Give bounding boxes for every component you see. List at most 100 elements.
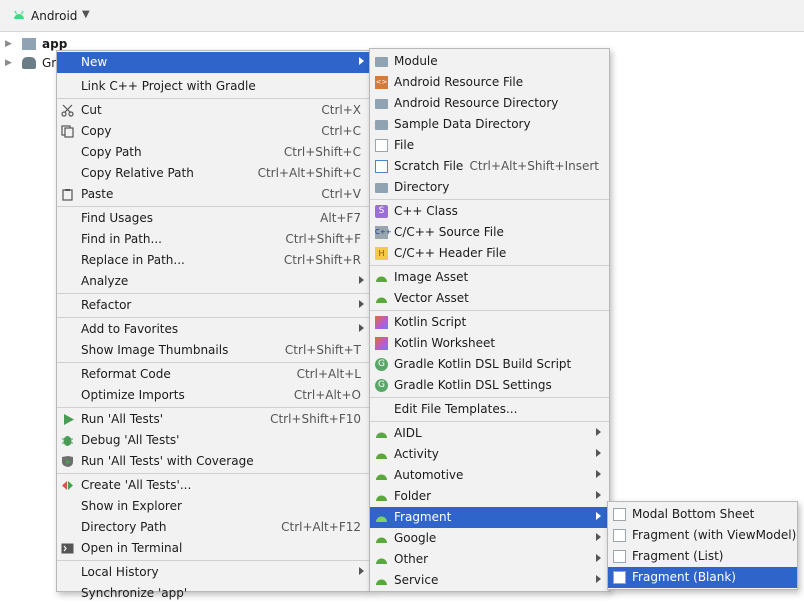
copy-icon [61, 125, 74, 138]
submenu-arrow-icon [359, 324, 364, 332]
menu-item-run-with-coverage[interactable]: Run 'All Tests' with Coverage [57, 451, 369, 472]
menu-item-label: Show Image Thumbnails [81, 343, 229, 357]
menu-item-cpp-header-file[interactable]: H C/C++ Header File [370, 243, 609, 264]
shortcut-label: Ctrl+Shift+T [284, 343, 361, 357]
menu-item-directory-path[interactable]: Directory Path Ctrl+Alt+F12 [57, 517, 369, 538]
menu-item-label: Paste [81, 187, 114, 201]
tree-item-label: app [42, 37, 68, 51]
folder-icon [375, 99, 388, 109]
menu-item-automotive[interactable]: Automotive [370, 465, 609, 486]
menu-item-label: Scratch File [394, 159, 464, 173]
menu-item-image-asset[interactable]: Image Asset [370, 267, 609, 288]
menu-item-reformat-code[interactable]: Reformat Code Ctrl+Alt+L [57, 364, 369, 385]
gradle-icon: G [375, 379, 388, 392]
menu-item-directory[interactable]: Directory [370, 177, 609, 198]
menu-item-service[interactable]: Service [370, 570, 609, 591]
menu-item-label: Other [394, 552, 429, 566]
android-icon [376, 432, 387, 438]
menu-item-fragment-viewmodel[interactable]: Fragment (with ViewModel) [608, 525, 797, 546]
menu-item-vector-asset[interactable]: Vector Asset [370, 288, 609, 309]
menu-item-fragment-blank[interactable]: Fragment (Blank) [608, 567, 797, 588]
menu-item-local-history[interactable]: Local History [57, 562, 369, 583]
menu-item-scratch-file[interactable]: Scratch File Ctrl+Alt+Shift+Insert [370, 156, 609, 177]
menu-item-find-in-path[interactable]: Find in Path... Ctrl+Shift+F [57, 229, 369, 250]
menu-item-fragment[interactable]: Fragment [370, 507, 609, 528]
menu-item-synchronize[interactable]: Synchronize 'app' [57, 583, 369, 604]
menu-item-label: Fragment (List) [632, 549, 724, 563]
menu-item-show-in-explorer[interactable]: Show in Explorer [57, 496, 369, 517]
clipboard-icon [62, 189, 73, 201]
menu-item-label: Refactor [81, 298, 132, 312]
menu-item-run-all-tests[interactable]: Run 'All Tests' Ctrl+Shift+F10 [57, 409, 369, 430]
menu-item-debug-all-tests[interactable]: Debug 'All Tests' [57, 430, 369, 451]
shortcut-label: Ctrl+Alt+F12 [281, 520, 361, 534]
menu-item-cut[interactable]: Cut Ctrl+X [57, 100, 369, 121]
android-icon [376, 537, 387, 543]
menu-item-label: Folder [394, 489, 432, 503]
menu-item-sample-data-directory[interactable]: Sample Data Directory [370, 114, 609, 135]
menu-item-label: Analyze [81, 274, 129, 288]
menu-item-file[interactable]: File [370, 135, 609, 156]
menu-item-cpp-class[interactable]: S C++ Class [370, 201, 609, 222]
android-icon [376, 474, 387, 480]
expand-icon[interactable]: ▶ [5, 58, 12, 68]
menu-separator [370, 265, 609, 266]
menu-item-other[interactable]: Other [370, 549, 609, 570]
menu-item-kotlin-worksheet[interactable]: Kotlin Worksheet [370, 333, 609, 354]
menu-item-gradle-build-script[interactable]: G Gradle Kotlin DSL Build Script [370, 354, 609, 375]
menu-item-google[interactable]: Google [370, 528, 609, 549]
menu-item-refactor[interactable]: Refactor [57, 295, 369, 316]
shortcut-label: Ctrl+C [321, 124, 361, 138]
menu-item-find-usages[interactable]: Find Usages Alt+F7 [57, 208, 369, 229]
menu-item-label: AIDL [394, 426, 422, 440]
menu-item-copy[interactable]: Copy Ctrl+C [57, 121, 369, 142]
menu-item-analyze[interactable]: Analyze [57, 271, 369, 292]
shortcut-label: Ctrl+Alt+L [296, 367, 361, 381]
shortcut-label: Ctrl+Shift+F [285, 232, 361, 246]
menu-item-label: Replace in Path... [81, 253, 185, 267]
menu-separator [57, 560, 369, 561]
menu-item-cpp-source-file[interactable]: C++ C/C++ Source File [370, 222, 609, 243]
menu-item-gradle-settings[interactable]: G Gradle Kotlin DSL Settings [370, 375, 609, 396]
android-icon [376, 516, 387, 522]
menu-separator [370, 199, 609, 200]
gradle-icon: G [375, 358, 388, 371]
menu-item-label: Copy Relative Path [81, 166, 194, 180]
menu-item-paste[interactable]: Paste Ctrl+V [57, 184, 369, 205]
menu-separator [57, 293, 369, 294]
menu-separator [370, 310, 609, 311]
menu-item-folder[interactable]: Folder [370, 486, 609, 507]
menu-item-link-cpp[interactable]: Link C++ Project with Gradle [57, 76, 369, 97]
shortcut-label: Ctrl+Alt+Shift+Insert [469, 159, 599, 173]
expand-icon[interactable]: ▶ [5, 39, 12, 49]
menu-item-android-resource-directory[interactable]: Android Resource Directory [370, 93, 609, 114]
menu-item-modal-bottom-sheet[interactable]: Modal Bottom Sheet [608, 504, 797, 525]
menu-item-new[interactable]: New [57, 52, 369, 73]
menu-separator [370, 421, 609, 422]
menu-item-kotlin-script[interactable]: Kotlin Script [370, 312, 609, 333]
chevron-down-icon[interactable]: ▼ [82, 9, 90, 20]
menu-item-add-to-favorites[interactable]: Add to Favorites [57, 319, 369, 340]
shortcut-label: Ctrl+Shift+F10 [270, 412, 361, 426]
menu-item-open-in-terminal[interactable]: Open in Terminal [57, 538, 369, 559]
menu-item-copy-path[interactable]: Copy Path Ctrl+Shift+C [57, 142, 369, 163]
menu-item-replace-in-path[interactable]: Replace in Path... Ctrl+Shift+R [57, 250, 369, 271]
cpp-header-icon: H [375, 247, 388, 260]
menu-item-create-all-tests[interactable]: Create 'All Tests'... [57, 475, 369, 496]
menu-item-optimize-imports[interactable]: Optimize Imports Ctrl+Alt+O [57, 385, 369, 406]
menu-item-show-image-thumbnails[interactable]: Show Image Thumbnails Ctrl+Shift+T [57, 340, 369, 361]
menu-item-activity[interactable]: Activity [370, 444, 609, 465]
fragment-template-icon [613, 550, 626, 563]
menu-item-edit-file-templates[interactable]: Edit File Templates... [370, 399, 609, 420]
tree-item-app[interactable]: ▶ app [0, 34, 67, 54]
tree-item-gradle[interactable]: ▶ Gr [0, 53, 60, 73]
menu-item-label: C/C++ Header File [394, 246, 507, 260]
menu-item-fragment-list[interactable]: Fragment (List) [608, 546, 797, 567]
menu-item-android-resource-file[interactable]: <> Android Resource File [370, 72, 609, 93]
menu-item-copy-relative-path[interactable]: Copy Relative Path Ctrl+Alt+Shift+C [57, 163, 369, 184]
menu-item-module[interactable]: Module [370, 51, 609, 72]
submenu-arrow-icon [359, 567, 364, 575]
debug-bug-icon [62, 436, 73, 446]
project-view-selector[interactable]: Android [31, 9, 77, 23]
menu-item-aidl[interactable]: AIDL [370, 423, 609, 444]
